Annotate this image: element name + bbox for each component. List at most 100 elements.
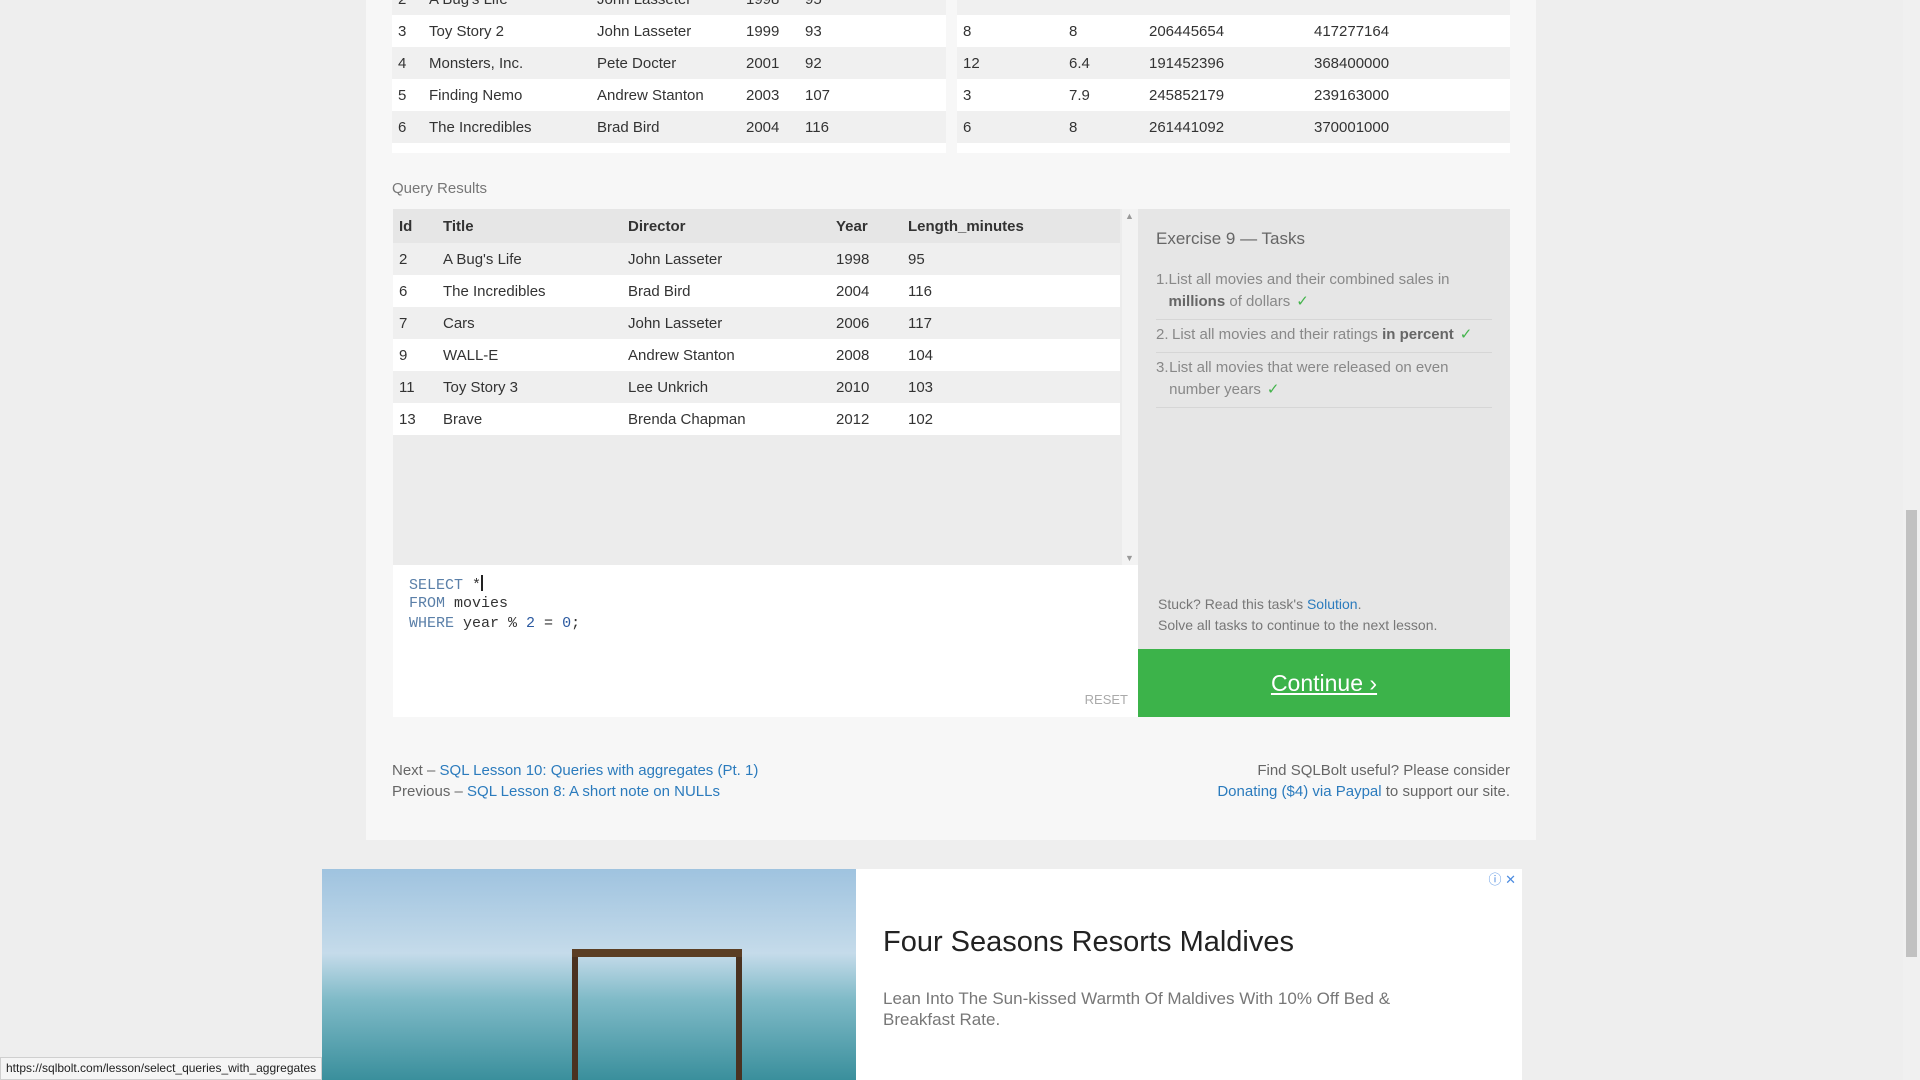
- table-cell: Andrew Stanton: [591, 79, 740, 111]
- table-row: 6 The Incredibles Brad Bird 2004 116: [392, 111, 946, 143]
- reset-button[interactable]: RESET: [1085, 692, 1128, 707]
- table-cell: [1063, 0, 1143, 15]
- table-cell: 11: [393, 371, 437, 403]
- table-cell: [1143, 0, 1308, 15]
- table-cell: 2006: [740, 143, 799, 153]
- table-cell: 239163000: [1308, 79, 1510, 111]
- table-cell: John Lasseter: [591, 143, 740, 153]
- solution-link[interactable]: Solution: [1307, 596, 1358, 612]
- table-cell: 2: [392, 0, 423, 15]
- table-cell: Monsters, Inc.: [423, 47, 591, 79]
- table-cell: John Lasseter: [622, 243, 830, 275]
- table-cell: 2003: [740, 79, 799, 111]
- table-row: 8 8 206445654 417277164: [957, 15, 1510, 47]
- column-header: Director: [622, 209, 830, 243]
- pergola-shape: [572, 949, 742, 1080]
- table-row: 11 Toy Story 3 Lee Unkrich 2010 103: [393, 371, 1120, 403]
- table-cell: Andrew Stanton: [622, 339, 830, 371]
- table-row: 7CarsJohn Lasseter2006117: [392, 143, 946, 153]
- table-cell: 102: [902, 403, 1120, 435]
- next-lesson-link[interactable]: SQL Lesson 10: Queries with aggregates (…: [440, 762, 759, 779]
- table-cell: Cars: [437, 307, 622, 339]
- table-cell: 92: [799, 47, 946, 79]
- table-cell: 7: [393, 307, 437, 339]
- table-cell: 9: [393, 339, 437, 371]
- page-scrollbar[interactable]: [1903, 0, 1920, 1080]
- check-icon: ✓: [1266, 381, 1280, 398]
- task-item: 1. List all movies and their combined sa…: [1156, 265, 1492, 320]
- table-cell: 13: [393, 403, 437, 435]
- table-cell: Brenda Chapman: [622, 403, 830, 435]
- table-cell: 93: [799, 15, 946, 47]
- tasks-title: Exercise 9 — Tasks: [1156, 229, 1305, 248]
- scrollbar-thumb[interactable]: [1906, 510, 1917, 957]
- table-cell: 4: [392, 47, 423, 79]
- table-row: 12 6.4 191452396 368400000: [957, 47, 1510, 79]
- scroll-up-icon[interactable]: ▲: [1125, 211, 1134, 221]
- check-icon: ✓: [1459, 326, 1473, 343]
- table-cell: 7: [392, 143, 423, 153]
- table-cell: 3: [957, 79, 1063, 111]
- sql-text: year %: [454, 615, 527, 632]
- table-cell: Pete Docter: [591, 47, 740, 79]
- column-header: Title: [437, 209, 622, 243]
- table-row: 13 Brave Brenda Chapman 2012 102: [393, 403, 1120, 435]
- sql-text: *: [463, 577, 482, 594]
- table-cell: 6: [957, 111, 1063, 143]
- sql-number: 2: [526, 615, 536, 632]
- table-cell: [1308, 143, 1510, 153]
- query-results-label: Query Results: [392, 180, 488, 197]
- table-cell: 8: [957, 15, 1063, 47]
- check-icon: ✓: [1296, 293, 1309, 310]
- advertisement[interactable]: Four Seasons Resorts Maldives Lean Into …: [322, 869, 1522, 1080]
- table-row: 2A Bug's LifeJohn Lasseter199895: [393, 243, 1120, 275]
- table-cell: 1998: [740, 0, 799, 15]
- text-cursor: [481, 575, 484, 591]
- continue-button[interactable]: Continue ›: [1138, 649, 1510, 717]
- table-cell: 95: [902, 243, 1120, 275]
- table-cell: 6: [392, 111, 423, 143]
- query-results: Id Title Director Year Length_minutes 2A Bug…: [393, 209, 1138, 565]
- table-cell: Brave: [437, 403, 622, 435]
- table-cell: Toy Story 2: [423, 15, 591, 47]
- ad-description[interactable]: Lean Into The Sun-kissed Warmth Of Maldi…: [883, 988, 1443, 1030]
- ad-close-icon[interactable]: ⓘ ✕: [1488, 869, 1516, 888]
- table-row: [957, 143, 1510, 153]
- table-row: 3 Toy Story 2 John Lasseter 1999 93: [392, 15, 946, 47]
- table-cell: 117: [799, 143, 946, 153]
- column-header: Year: [830, 209, 902, 243]
- previous-lesson-link[interactable]: SQL Lesson 8: A short note on NULLs: [467, 783, 720, 800]
- top-tables: 2A Bug's LifeJohn Lasseter1998953Toy Sto…: [392, 0, 1510, 153]
- table-cell: 12: [957, 47, 1063, 79]
- table-cell: 3: [392, 15, 423, 47]
- results-scrollbar[interactable]: ▲ ▼: [1122, 209, 1138, 565]
- table-cell: John Lasseter: [591, 15, 740, 47]
- table-cell: 368400000: [1308, 47, 1510, 79]
- table-cell: John Lasseter: [622, 307, 830, 339]
- sql-editor[interactable]: SELECT * FROM movies WHERE year % 2 = 0;…: [393, 565, 1138, 717]
- ad-image[interactable]: [322, 869, 856, 1080]
- table-cell: 206445654: [1143, 15, 1308, 47]
- table-cell: 5: [392, 79, 423, 111]
- table-cell: 116: [902, 275, 1120, 307]
- boxoffice-table: 8 8 206445654 417277164 12 6.4 191452396 368400…: [957, 0, 1510, 153]
- donate-link[interactable]: Donating ($4) via Paypal: [1217, 783, 1381, 800]
- table-cell: 1999: [740, 15, 799, 47]
- table-cell: [957, 0, 1063, 15]
- table-row: 6 The Incredibles Brad Bird 2004 116: [393, 275, 1120, 307]
- ad-title[interactable]: Four Seasons Resorts Maldives: [883, 926, 1294, 959]
- sql-keyword: SELECT: [409, 577, 464, 594]
- sql-keyword: WHERE: [409, 615, 455, 632]
- table-cell: 103: [902, 371, 1120, 403]
- table-cell: Brad Bird: [622, 275, 830, 307]
- table-cell: 191452396: [1143, 47, 1308, 79]
- table-row: 3 7.9 245852179 239163000: [957, 79, 1510, 111]
- table-row: 4 Monsters, Inc. Pete Docter 2001 92: [392, 47, 946, 79]
- stuck-hint: Stuck? Read this task's Solution. Solve …: [1158, 596, 1438, 633]
- table-cell: 261441092: [1143, 111, 1308, 143]
- table-cell: Toy Story 3: [437, 371, 622, 403]
- table-cell: 1998: [830, 243, 902, 275]
- sql-keyword: FROM: [409, 595, 446, 612]
- table-cell: 2004: [740, 111, 799, 143]
- scroll-down-icon[interactable]: ▼: [1125, 553, 1134, 563]
